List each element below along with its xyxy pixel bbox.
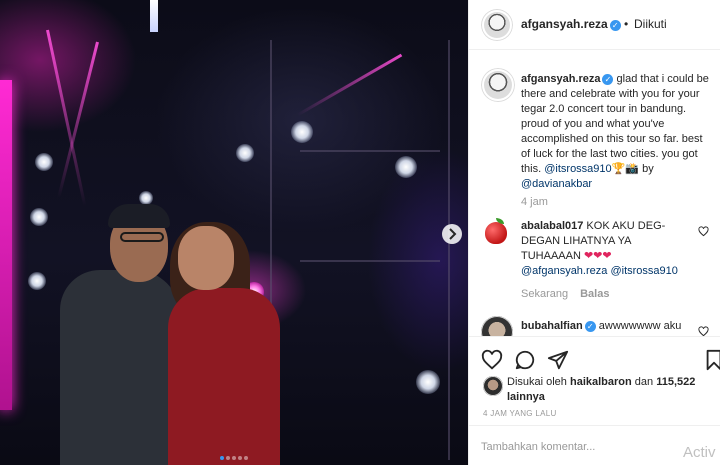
post-sidebar: afgansyah.reza ✓ • Diikuti afgansyah.reza…: [468, 0, 720, 465]
comments-list[interactable]: afgansyah.reza ✓ glad that i could be the…: [469, 50, 720, 336]
caption-body: glad that i could be there and celebrate…: [521, 73, 709, 175]
chevron-right-icon[interactable]: [442, 224, 462, 244]
bookmark-icon[interactable]: [703, 349, 720, 371]
post-photo[interactable]: [0, 0, 468, 465]
carousel-dots: [0, 456, 468, 460]
avatar[interactable]: [481, 218, 513, 250]
carousel-dot: [238, 456, 242, 460]
separator-dot: •: [624, 17, 629, 31]
reply-button[interactable]: Balas: [580, 288, 609, 300]
comment-like-heart-icon[interactable]: [698, 326, 709, 336]
avatar[interactable]: [481, 316, 513, 336]
stage-truss: [300, 260, 440, 262]
header-username[interactable]: afgansyah.reza: [521, 17, 608, 31]
comment-input[interactable]: [481, 438, 681, 456]
man-figure: [60, 270, 180, 465]
caption-body-end: by: [639, 163, 654, 175]
verified-badge-icon: ✓: [609, 20, 621, 31]
woman-figure: [168, 288, 280, 465]
post-header: afgansyah.reza ✓ • Diikuti: [469, 0, 720, 50]
heart-icon[interactable]: [481, 349, 503, 371]
likes-count[interactable]: 115,522: [656, 376, 695, 388]
add-comment-bar: Activ: [469, 425, 720, 465]
comment-body: awwwwwww aku: [595, 320, 682, 332]
likes-suffix[interactable]: lainnya: [507, 391, 545, 403]
caption-username[interactable]: afgansyah.reza: [521, 73, 600, 85]
comment-username[interactable]: bubahalfian: [521, 320, 583, 332]
avatar[interactable]: [481, 68, 515, 102]
likes-middle: dan: [631, 376, 657, 388]
mention-link[interactable]: @itsrossa910: [610, 265, 677, 277]
carousel-dot: [244, 456, 248, 460]
stage-truss: [300, 150, 440, 152]
comment-like-heart-icon[interactable]: [698, 226, 709, 240]
likes-text: Disukai oleh haikalbaron dan 115,522 lai…: [507, 375, 707, 405]
share-icon[interactable]: [547, 349, 569, 371]
stage-light: [416, 370, 440, 394]
stage-light: [395, 156, 417, 178]
apple-icon: [485, 222, 507, 244]
carousel-dot: [232, 456, 236, 460]
post-timestamp[interactable]: 4 JAM YANG LALU: [483, 409, 557, 418]
carousel-dot-active: [220, 456, 224, 460]
likes-summary: Disukai oleh haikalbaron dan 115,522 lai…: [469, 374, 720, 404]
stage-light: [236, 144, 254, 162]
action-bar: [469, 336, 720, 376]
avatar[interactable]: [481, 9, 513, 41]
light-beam: [46, 29, 87, 207]
carousel-dot: [226, 456, 230, 460]
comment-meta: Sekarang Balas: [521, 288, 609, 300]
stage-light: [30, 208, 48, 226]
verified-badge-icon: ✓: [584, 321, 596, 332]
mention-link[interactable]: @davianakbar: [521, 178, 592, 190]
caption-emoji: 🏆📸: [611, 163, 640, 175]
man-cap: [108, 204, 170, 228]
stage-light: [291, 121, 313, 143]
heart-emojis: ❤❤❤: [583, 250, 612, 262]
mention-link[interactable]: @afgansyah.reza: [521, 265, 607, 277]
activation-watermark: Activ: [683, 444, 716, 461]
stage-light-bar: [0, 80, 12, 410]
comment-username[interactable]: abalabal017: [521, 220, 583, 232]
mention-link[interactable]: @itsrossa910: [544, 163, 611, 175]
stage-light: [35, 153, 53, 171]
comment-text: bubahalfian ✓ awwwwwww aku: [521, 319, 691, 334]
follow-status-button[interactable]: Diikuti: [634, 17, 667, 31]
caption-text: afgansyah.reza ✓ glad that i could be the…: [521, 72, 711, 192]
comment-text: abalabal017 KOK AKU DEG-DEGAN LIHATNYA Y…: [521, 219, 691, 279]
likes-prefix: Disukai oleh: [507, 376, 570, 388]
stage-truss: [270, 40, 450, 460]
caption-time: 4 jam: [521, 196, 548, 208]
comment-time: Sekarang: [521, 288, 569, 300]
stage-light: [28, 272, 46, 290]
comment-icon[interactable]: [514, 349, 536, 371]
man-glasses: [120, 232, 164, 242]
woman-face: [178, 226, 234, 290]
avatar[interactable]: [483, 376, 503, 396]
liker-username[interactable]: haikalbaron: [570, 376, 632, 388]
verified-badge-icon: ✓: [602, 74, 614, 85]
stage-light: [139, 191, 153, 205]
light-beam: [150, 0, 158, 32]
